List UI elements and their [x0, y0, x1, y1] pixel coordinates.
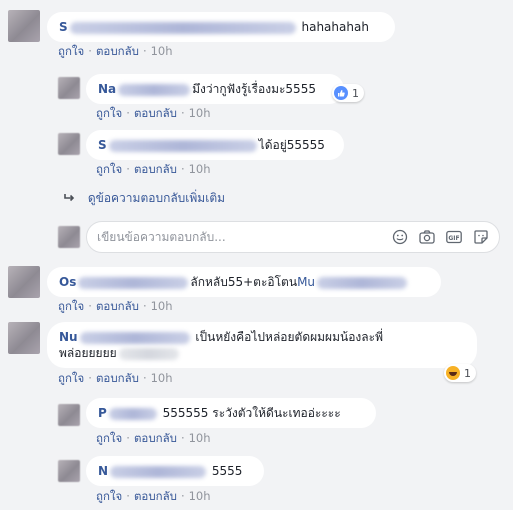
timestamp[interactable]: 10h: [189, 431, 211, 445]
timestamp[interactable]: 10h: [151, 371, 173, 385]
reaction-summary[interactable]: 1: [332, 84, 364, 102]
reply-arrow-icon: [64, 192, 78, 206]
comment-actions: ถูกใจ · ตอบกลับ · 10h: [96, 430, 211, 448]
blurred-name: [110, 465, 207, 478]
separator: ·: [88, 299, 92, 313]
mention-link[interactable]: Mu: [297, 275, 315, 289]
author-name[interactable]: S: [98, 138, 107, 152]
timestamp[interactable]: 10h: [151, 44, 173, 58]
separator: ·: [180, 489, 185, 503]
reply-link[interactable]: ตอบกลับ: [134, 489, 177, 503]
comment-bubble: Nu เป็นหยังคือไปหล่อยตัดผมผมน้องละพี่ พล…: [47, 322, 477, 368]
avatar[interactable]: [58, 77, 80, 99]
reply-link[interactable]: ตอบกลับ: [96, 371, 139, 385]
separator: ·: [126, 162, 130, 176]
sticker-icon[interactable]: [472, 228, 490, 246]
like-link[interactable]: ถูกใจ: [96, 106, 122, 120]
comment-actions: ถูกใจ · ตอบกลับ · 10h: [96, 161, 211, 179]
comment-bubble: S ได้อยู่55555: [86, 130, 344, 160]
camera-icon[interactable]: [418, 228, 436, 246]
author-name[interactable]: Na: [98, 82, 116, 96]
more-replies-label: ดูข้อความตอบกลับเพิ่มเติม: [87, 191, 226, 205]
more-replies-link[interactable]: ดูข้อความตอบกลับเพิ่มเติม: [64, 189, 225, 208]
blurred-name: [78, 276, 189, 289]
comment-bubble: S hahahahah: [47, 12, 395, 42]
separator: ·: [88, 371, 92, 385]
comment-text-line1: เป็นหยังคือไปหล่อยตัดผมผมน้องละพี่: [195, 330, 383, 344]
haha-icon: [446, 366, 460, 380]
blurred-name: [108, 139, 257, 152]
comment-bubble: N 5555: [86, 456, 264, 486]
timestamp[interactable]: 10h: [189, 489, 211, 503]
like-link[interactable]: ถูกใจ: [96, 162, 122, 176]
blurred-mention: [118, 347, 179, 360]
comment-bubble: P 555555 ระวังตัวให้ดีนะเทออ่ะะะะ: [86, 398, 376, 428]
separator: ·: [142, 371, 147, 385]
separator: ·: [126, 431, 130, 445]
author-name[interactable]: P: [98, 406, 107, 420]
comment-bubble: Na มึงว่ากูฟังรู้เรื่องมะ5555: [86, 74, 344, 104]
author-name[interactable]: Nu: [59, 330, 78, 344]
timestamp[interactable]: 10h: [151, 299, 173, 313]
separator: ·: [180, 162, 185, 176]
author-name[interactable]: N: [98, 464, 108, 478]
blurred-name: [79, 331, 190, 344]
like-link[interactable]: ถูกใจ: [58, 299, 84, 313]
like-link[interactable]: ถูกใจ: [58, 44, 84, 58]
separator: ·: [142, 44, 147, 58]
like-link[interactable]: ถูกใจ: [96, 489, 122, 503]
reply-link[interactable]: ตอบกลับ: [134, 431, 177, 445]
like-link[interactable]: ถูกใจ: [96, 431, 122, 445]
comment-actions: ถูกใจ · ตอบกลับ · 10h: [58, 298, 173, 316]
separator: ·: [88, 44, 92, 58]
comment-actions: ถูกใจ · ตอบกลับ · 10h: [96, 105, 211, 123]
avatar[interactable]: [58, 460, 80, 482]
reply-link[interactable]: ตอบกลับ: [96, 44, 139, 58]
reply-link[interactable]: ตอบกลับ: [134, 162, 177, 176]
emoji-icon[interactable]: [391, 228, 409, 246]
comment-text-line2: พล่อยยยยย: [59, 346, 117, 360]
reaction-count: 1: [464, 366, 471, 380]
reaction-count: 1: [352, 86, 359, 100]
like-icon: [334, 86, 348, 100]
comment-text: 5555: [211, 464, 243, 478]
author-name[interactable]: Os: [59, 275, 76, 289]
avatar[interactable]: [8, 266, 40, 298]
separator: ·: [142, 299, 147, 313]
comment-text: ได้อยู่55555: [258, 138, 325, 152]
comment-text: มึงว่ากูฟังรู้เรื่องมะ5555: [192, 82, 316, 96]
separator: ·: [126, 106, 130, 120]
reply-link[interactable]: ตอบกลับ: [96, 299, 139, 313]
author-name[interactable]: S: [59, 20, 68, 34]
separator: ·: [180, 431, 185, 445]
avatar[interactable]: [8, 10, 40, 42]
avatar[interactable]: [58, 133, 80, 155]
separator: ·: [180, 106, 185, 120]
reply-composer: GIF: [86, 221, 500, 253]
reply-input[interactable]: [87, 230, 391, 244]
gif-icon[interactable]: GIF: [445, 228, 463, 246]
comment-bubble: Os ลักหลับ55+ตะอิโตนMu: [47, 267, 441, 297]
comment-text: hahahahah: [301, 20, 369, 34]
blurred-name: [118, 83, 191, 96]
comment-text: ลักหลับ55+ตะอิโตน: [190, 275, 298, 289]
comment-text: 555555 ระวังตัวให้ดีนะเทออ่ะะะะ: [162, 406, 341, 420]
reply-link[interactable]: ตอบกลับ: [134, 106, 177, 120]
avatar[interactable]: [58, 404, 80, 426]
reaction-summary[interactable]: 1: [444, 364, 476, 382]
comment-actions: ถูกใจ · ตอบกลับ · 10h: [58, 370, 173, 388]
current-user-avatar: [58, 226, 80, 248]
comment-actions: ถูกใจ · ตอบกลับ · 10h: [96, 488, 211, 506]
timestamp[interactable]: 10h: [189, 106, 211, 120]
svg-text:GIF: GIF: [448, 235, 459, 242]
blurred-name: [108, 407, 157, 420]
avatar[interactable]: [8, 322, 40, 354]
blurred-mention: [317, 276, 408, 289]
comment-actions: ถูกใจ · ตอบกลับ · 10h: [58, 43, 173, 61]
separator: ·: [126, 489, 130, 503]
like-link[interactable]: ถูกใจ: [58, 371, 84, 385]
blurred-name: [69, 21, 296, 34]
timestamp[interactable]: 10h: [189, 162, 211, 176]
